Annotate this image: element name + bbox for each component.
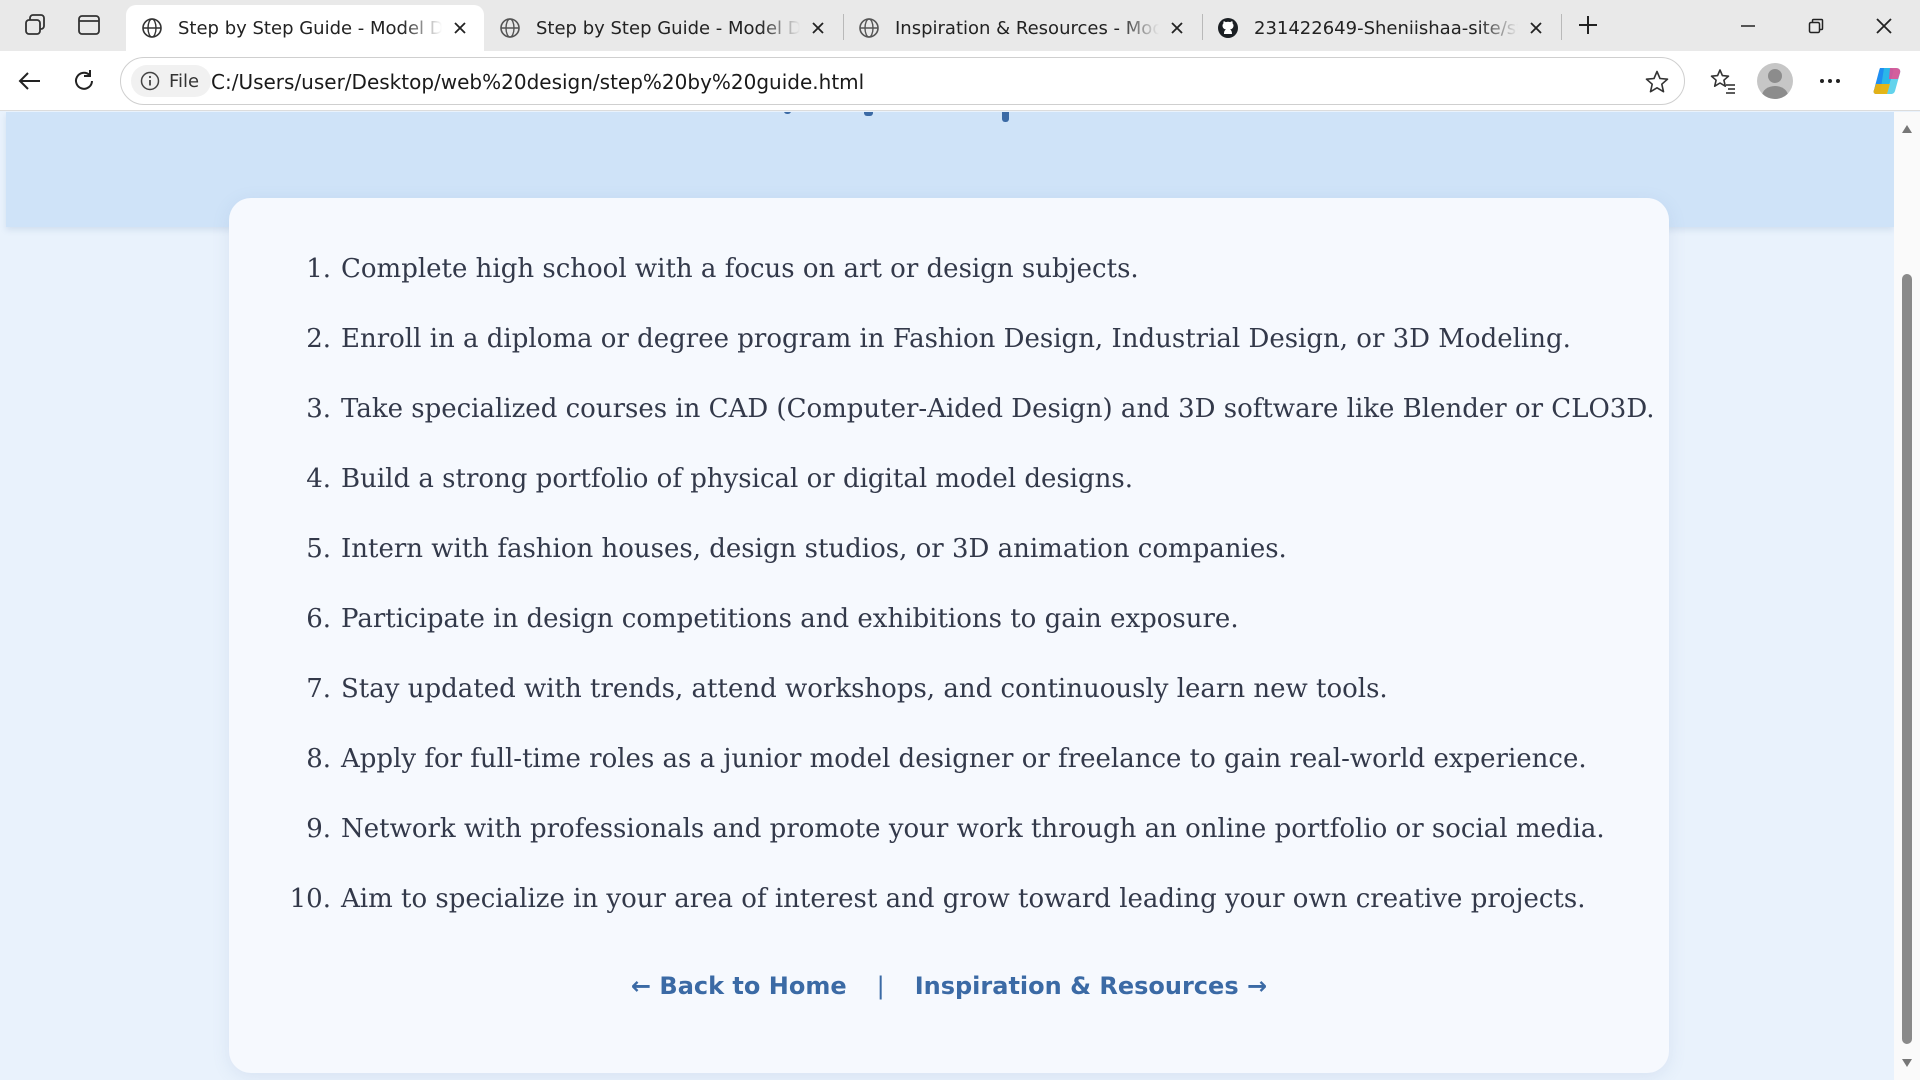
step-number: 10. [289,884,331,914]
browser-toolbar: File C:/Users/user/Desktop/web%20design/… [0,51,1920,111]
nav-separator: | [876,972,885,1000]
steps-list: 1. Complete high school with a focus on a… [269,254,1655,954]
info-icon [139,70,161,92]
url-text[interactable]: C:/Users/user/Desktop/web%20design/step%… [211,70,864,94]
tab-inspiration-resources[interactable]: Inspiration & Resources - Model Design [843,5,1201,51]
globe-icon [140,16,164,40]
tab-title: Step by Step Guide - Model Design [536,17,800,39]
step-item: 10. Aim to specialize in your area of int… [269,884,1629,954]
step-number: 3. [306,394,331,424]
close-icon[interactable] [806,16,830,40]
hero-title-clipped [766,112,1056,132]
step-item: 2. Enroll in a diploma or degree program … [269,324,1629,394]
scroll-down-arrow-icon[interactable] [1894,1052,1920,1074]
github-icon [1216,16,1240,40]
step-item: 3. Take specialized courses in CAD (Compu… [269,394,1654,464]
step-text: Apply for full-time roles as a junior mo… [341,744,1587,774]
tab-actions-icon[interactable] [69,8,109,42]
inspiration-resources-link[interactable]: Inspiration & Resources → [915,972,1267,1000]
step-item: 5. Intern with fashion houses, design stu… [269,534,1629,604]
tab-separator [1561,14,1562,40]
refresh-icon[interactable] [64,61,104,101]
step-text: Aim to specialize in your area of intere… [341,884,1586,914]
step-number: 7. [306,674,331,704]
close-icon[interactable] [448,16,472,40]
step-text: Stay updated with trends, attend worksho… [341,674,1388,704]
copilot-icon[interactable] [1867,61,1907,101]
step-item: 9. Network with professionals and promote… [269,814,1629,884]
window-close-icon[interactable] [1852,0,1916,51]
close-icon[interactable] [1524,16,1548,40]
scroll-up-arrow-icon[interactable] [1894,118,1920,140]
tab-step-guide-active[interactable]: Step by Step Guide - Model Design [126,5,484,51]
tab-title: Step by Step Guide - Model Design [178,17,442,39]
page-nav-links: ← Back to Home | Inspiration & Resources… [229,972,1669,1000]
step-item: 6. Participate in design competitions and… [269,604,1629,674]
vertical-scrollbar[interactable] [1894,112,1920,1080]
tab-title: Inspiration & Resources - Model Design [895,17,1159,39]
step-text: Intern with fashion houses, design studi… [341,534,1287,564]
globe-icon [498,16,522,40]
back-arrow-icon[interactable] [10,61,50,101]
step-number: 8. [306,744,331,774]
close-icon[interactable] [1165,16,1189,40]
step-text: Complete high school with a focus on art… [341,254,1139,284]
step-text: Participate in design competitions and e… [341,604,1239,634]
site-info-button[interactable]: File [131,65,212,97]
address-bar[interactable]: File C:/Users/user/Desktop/web%20design/… [120,57,1685,105]
step-text: Build a strong portfolio of physical or … [341,464,1133,494]
plus-icon[interactable] [1568,8,1608,42]
step-item: 1. Complete high school with a focus on a… [269,254,1629,324]
avatar[interactable] [1757,63,1793,99]
step-text: Enroll in a diploma or degree program in… [341,324,1571,354]
favorites-icon[interactable] [1703,61,1743,101]
workspaces-icon[interactable] [16,8,56,42]
step-number: 5. [306,534,331,564]
globe-icon [857,16,881,40]
step-text: Network with professionals and promote y… [341,814,1605,844]
step-item: 4. Build a strong portfolio of physical o… [269,464,1629,534]
steps-card: 1. Complete high school with a focus on a… [229,198,1669,1073]
tab-strip: Step by Step Guide - Model Design Step b… [0,0,1920,51]
scroll-thumb[interactable] [1902,274,1912,1044]
step-text: Take specialized courses in CAD (Compute… [341,394,1655,424]
page-viewport: 1. Complete high school with a focus on a… [0,112,1894,1080]
step-number: 9. [306,814,331,844]
restore-icon[interactable] [1784,0,1848,51]
minimize-icon[interactable] [1716,0,1780,51]
step-number: 2. [306,324,331,354]
step-number: 4. [306,464,331,494]
step-item: 7. Stay updated with trends, attend works… [269,674,1629,744]
step-number: 6. [306,604,331,634]
more-icon[interactable] [1810,61,1850,101]
step-item: 8. Apply for full-time roles as a junior … [269,744,1629,814]
tab-title: 231422649-Sheniishaa-site/step by step g… [1254,17,1518,39]
tab-step-guide[interactable]: Step by Step Guide - Model Design [484,5,842,51]
step-number: 1. [306,254,331,284]
back-to-home-link[interactable]: ← Back to Home [631,972,847,1000]
site-label: File [169,70,200,92]
star-icon[interactable] [1638,63,1676,101]
tab-github[interactable]: 231422649-Sheniishaa-site/step by step g… [1202,5,1560,51]
